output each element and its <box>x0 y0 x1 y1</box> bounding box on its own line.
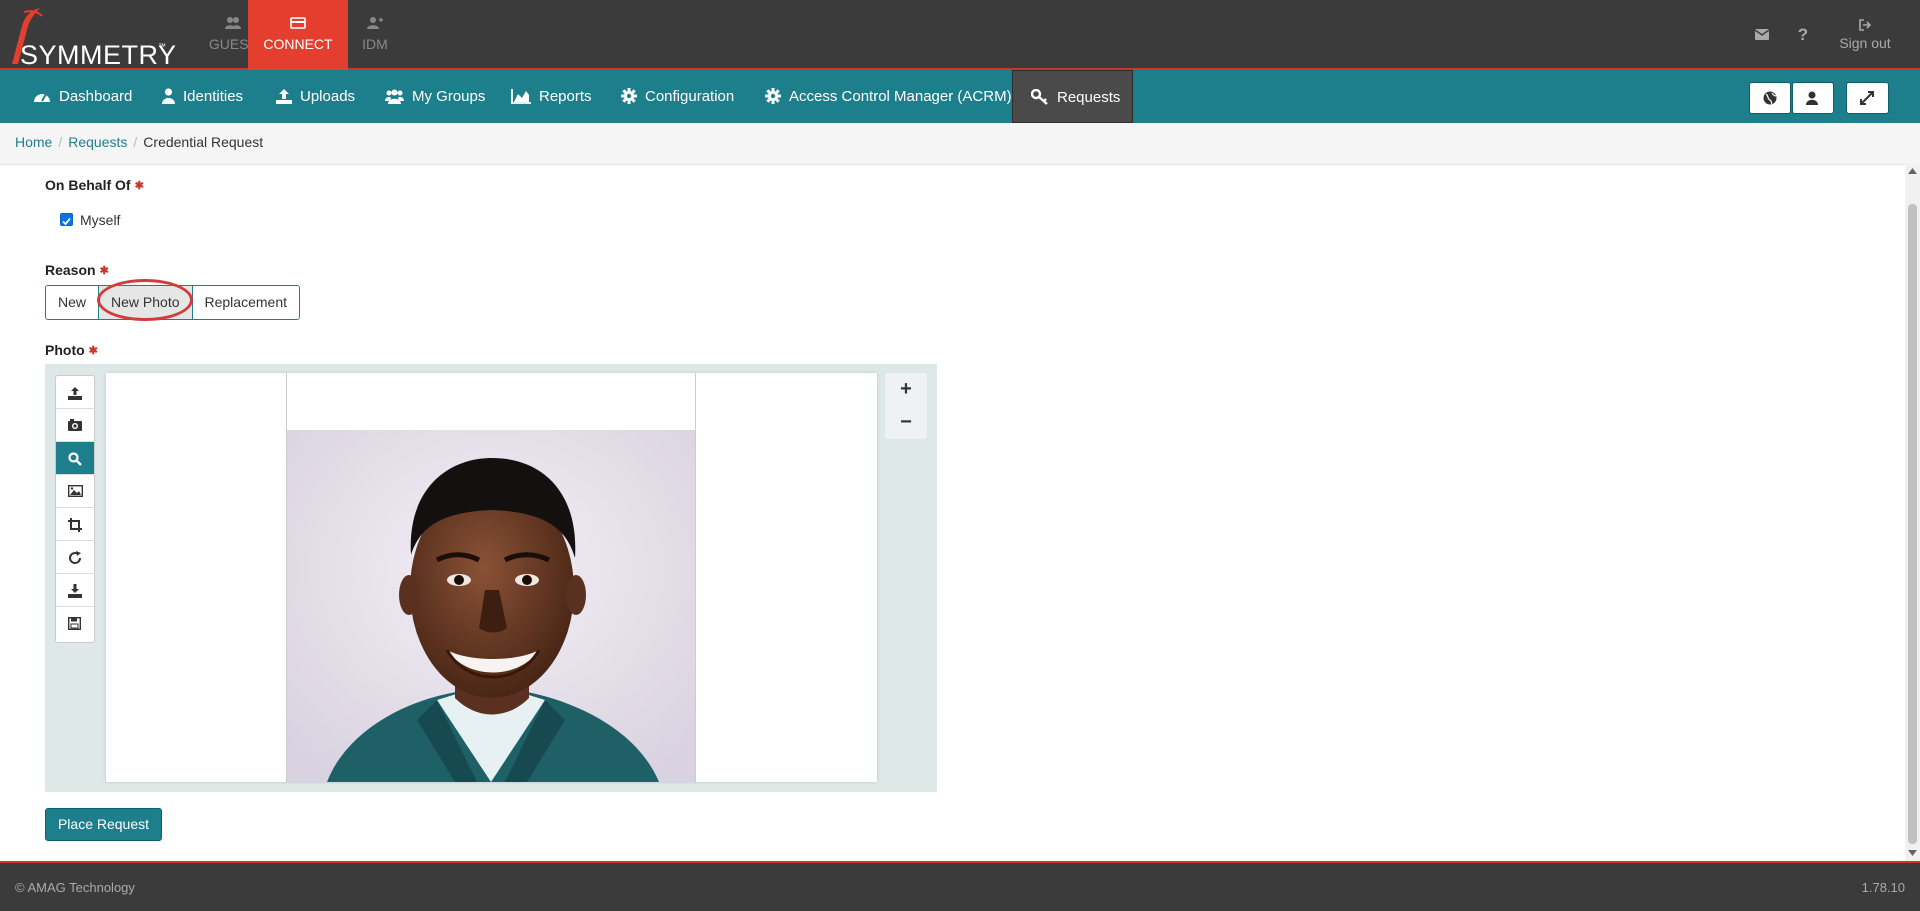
nav-label: Requests <box>1057 89 1121 106</box>
footer: © AMAG Technology 1.78.10 <box>0 861 1920 911</box>
nav-configuration[interactable]: Configuration <box>621 70 734 123</box>
nav-label: Access Control Manager (ACRM) <box>789 88 1012 105</box>
sign-out-icon <box>1858 19 1871 31</box>
upload-icon <box>68 387 82 400</box>
nav-dashboard[interactable]: Dashboard <box>33 70 132 123</box>
search-icon <box>68 452 82 466</box>
rotate-icon <box>69 551 82 564</box>
sign-out-label: Sign out <box>1839 35 1891 51</box>
sign-out-button[interactable]: Sign out <box>1832 0 1898 70</box>
reason-replacement-button[interactable]: Replacement <box>192 286 299 319</box>
reason-label: Reason ✱ <box>45 262 109 278</box>
breadcrumb-separator: / <box>133 134 138 150</box>
zoom-controls: + − <box>885 373 927 439</box>
area-chart-icon <box>511 89 531 104</box>
nav-requests[interactable]: Requests <box>1012 70 1133 123</box>
scrollbar-thumb[interactable] <box>1908 204 1917 844</box>
user-lock-icon <box>1806 91 1818 105</box>
myself-label: Myself <box>80 212 121 228</box>
upload-photo-button[interactable] <box>56 376 94 409</box>
envelope-icon <box>1754 29 1770 40</box>
scroll-down-icon[interactable] <box>1908 850 1917 856</box>
required-asterisk-icon: ✱ <box>99 265 109 277</box>
gear-icon <box>765 88 781 104</box>
nav-label: Reports <box>539 88 592 105</box>
globe-button[interactable] <box>1749 82 1791 114</box>
portrait-photo <box>287 430 695 782</box>
breadcrumb-home[interactable]: Home <box>15 134 52 150</box>
app-tab-idm[interactable]: IDM <box>325 0 425 70</box>
portrait-image <box>287 430 695 782</box>
rotate-button[interactable] <box>56 541 94 574</box>
divider <box>0 164 1905 165</box>
gear-icon <box>621 88 637 104</box>
main-nav: Dashboard Identities Uploads My Groups R… <box>0 70 1920 123</box>
nav-label: Configuration <box>645 88 735 105</box>
nav-label: Dashboard <box>59 88 133 105</box>
zoom-out-button[interactable]: − <box>885 406 927 439</box>
image-button[interactable] <box>56 475 94 508</box>
user-icon <box>162 88 175 104</box>
symmetry-logo[interactable]: SYMMETRY ™ <box>6 4 176 70</box>
upload-icon <box>276 89 292 104</box>
nav-acrm[interactable]: Access Control Manager (ACRM) <box>765 70 1012 123</box>
zoom-in-button[interactable]: + <box>885 373 927 406</box>
users-icon <box>385 89 404 104</box>
page-scrollbar[interactable] <box>1905 164 1920 861</box>
nav-label: Identities <box>183 88 244 105</box>
required-asterisk-icon: ✱ <box>134 180 144 192</box>
nav-label: Uploads <box>300 88 356 105</box>
key-icon <box>1030 88 1048 105</box>
photo-toolbar <box>55 375 95 643</box>
question-icon: ? <box>1797 25 1809 44</box>
camera-icon <box>68 419 82 431</box>
camera-button[interactable] <box>56 409 94 442</box>
globe-icon <box>1763 91 1777 105</box>
app-tab-label: IDM <box>362 36 388 52</box>
highlight-circle <box>97 279 193 321</box>
image-icon <box>68 485 83 497</box>
myself-checkbox[interactable] <box>60 213 73 226</box>
dashboard-icon <box>34 93 50 102</box>
photo-canvas[interactable] <box>106 373 877 782</box>
top-bar: SYMMETRY ™ GUEST CONNECT IDM ? Sign out <box>0 0 1920 70</box>
required-asterisk-icon: ✱ <box>88 345 98 357</box>
nav-identities[interactable]: Identities <box>162 70 243 123</box>
breadcrumb-separator: / <box>58 134 63 150</box>
checkmark-icon <box>62 217 71 226</box>
scroll-up-icon[interactable] <box>1908 168 1917 174</box>
crop-icon <box>68 518 82 532</box>
photo-editor: + − <box>45 364 937 792</box>
place-request-button[interactable]: Place Request <box>45 808 162 841</box>
brand-tm: ™ <box>158 42 166 51</box>
crop-button[interactable] <box>56 508 94 541</box>
save-button[interactable] <box>56 607 94 640</box>
save-icon <box>68 617 81 630</box>
reason-new-button[interactable]: New <box>46 286 100 319</box>
version-text: 1.78.10 <box>1861 880 1905 895</box>
breadcrumb: Home / Requests / Credential Request <box>0 123 1920 164</box>
expand-icon <box>1860 91 1874 105</box>
user-plus-icon <box>325 16 425 34</box>
breadcrumb-requests[interactable]: Requests <box>68 134 127 150</box>
nav-reports[interactable]: Reports <box>511 70 592 123</box>
nav-label: My Groups <box>412 88 486 105</box>
on-behalf-label: On Behalf Of ✱ <box>45 177 144 193</box>
fullscreen-button[interactable] <box>1846 82 1889 114</box>
lock-user-button[interactable] <box>1792 82 1834 114</box>
help-button[interactable]: ? <box>1792 0 1814 70</box>
search-face-button[interactable] <box>56 442 94 475</box>
nav-uploads[interactable]: Uploads <box>276 70 355 123</box>
download-button[interactable] <box>56 574 94 607</box>
download-icon <box>68 584 82 598</box>
breadcrumb-current: Credential Request <box>143 134 264 150</box>
nav-my-groups[interactable]: My Groups <box>385 70 485 123</box>
brand-name: SYMMETRY <box>20 40 177 70</box>
photo-label: Photo ✱ <box>45 342 98 358</box>
mail-button[interactable] <box>1750 0 1774 70</box>
copyright-text: © AMAG Technology <box>15 880 135 895</box>
